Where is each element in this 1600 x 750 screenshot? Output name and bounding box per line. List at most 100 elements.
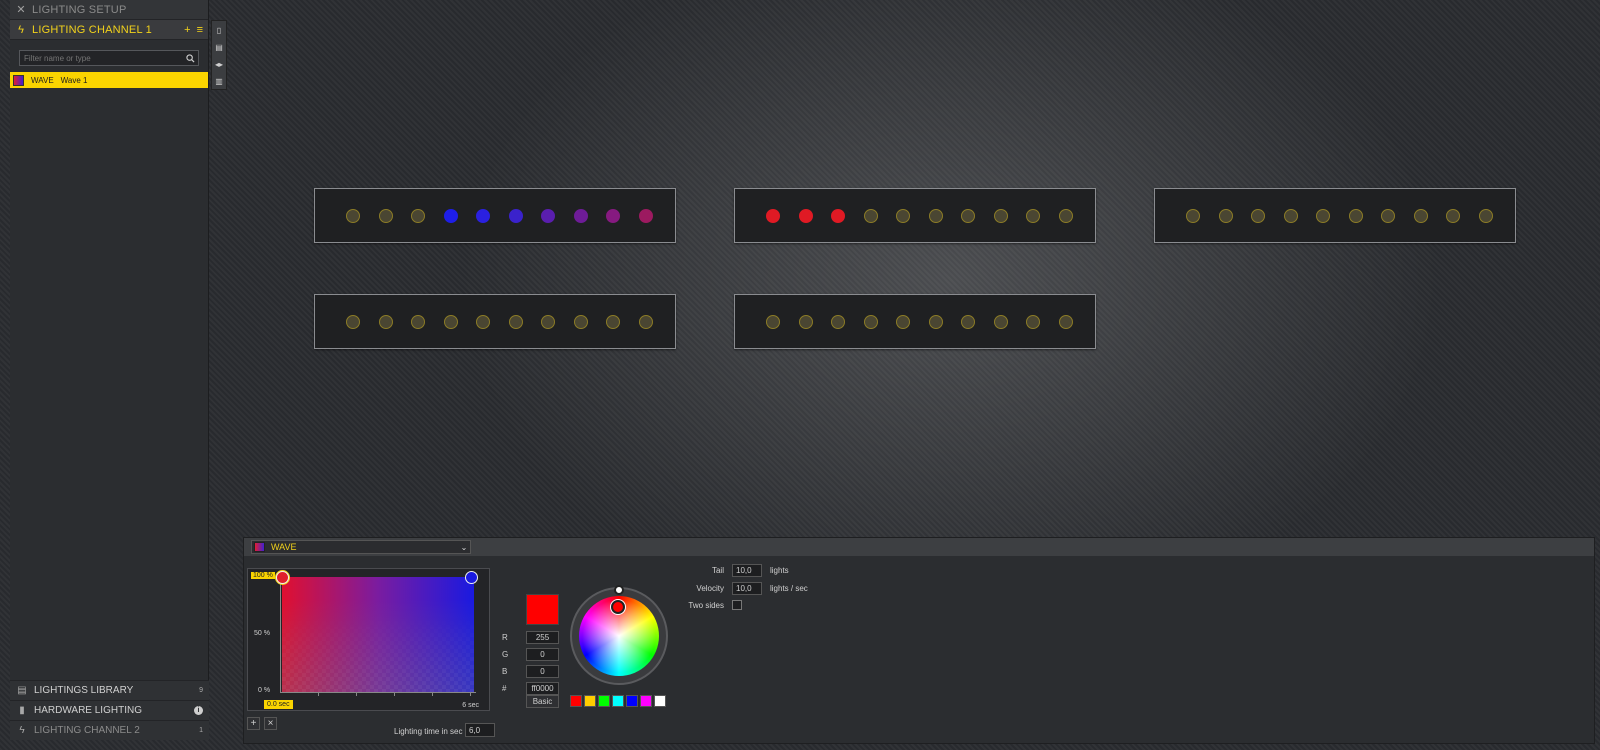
led[interactable] — [766, 315, 780, 329]
led[interactable] — [896, 315, 910, 329]
led[interactable] — [1283, 209, 1298, 223]
preset-color-swatch[interactable] — [626, 695, 638, 707]
preset-color-swatch[interactable] — [654, 695, 666, 707]
led[interactable] — [1348, 209, 1363, 223]
menu-icon[interactable]: ≡ — [197, 24, 203, 36]
mirror-icon[interactable]: ◂▸ — [213, 58, 225, 71]
copy-icon[interactable]: ▯ — [213, 24, 225, 37]
led[interactable] — [1446, 209, 1460, 223]
led[interactable] — [573, 209, 588, 223]
led[interactable] — [606, 209, 620, 223]
led[interactable] — [1026, 209, 1040, 223]
led[interactable] — [508, 315, 523, 329]
basic-button[interactable]: Basic — [526, 695, 559, 708]
filter-input[interactable] — [20, 51, 182, 65]
led-strip[interactable] — [734, 294, 1096, 349]
led-strip[interactable] — [314, 188, 676, 243]
led[interactable] — [411, 315, 425, 329]
layer-item-wave[interactable]: WAVE Wave 1 — [10, 72, 208, 88]
led[interactable] — [831, 315, 845, 329]
velocity-input[interactable] — [732, 582, 762, 595]
led[interactable] — [993, 315, 1008, 329]
hardware-lighting-row[interactable]: ▮ HARDWARE LIGHTING i — [10, 700, 209, 720]
clipboard-icon[interactable]: ▥ — [213, 75, 225, 88]
led[interactable] — [508, 209, 523, 223]
led[interactable] — [346, 209, 360, 223]
blue-row: B — [502, 665, 559, 678]
effect-editor: WAVE ⌄ 100 % 50 % 0 % 0.0 sec 6 sec + × … — [243, 537, 1595, 744]
led[interactable] — [831, 209, 845, 223]
preset-color-swatch[interactable] — [570, 695, 582, 707]
led[interactable] — [1381, 209, 1395, 223]
effect-dropdown[interactable]: WAVE ⌄ — [251, 540, 471, 554]
led[interactable] — [766, 209, 780, 223]
paste-icon[interactable]: ▤ — [213, 41, 225, 54]
remove-stop-button[interactable]: × — [264, 717, 277, 730]
led[interactable] — [638, 315, 653, 329]
led[interactable] — [1251, 209, 1265, 223]
led[interactable] — [573, 315, 588, 329]
led[interactable] — [541, 209, 555, 223]
led[interactable] — [798, 209, 813, 223]
preset-color-swatch[interactable] — [612, 695, 624, 707]
led[interactable] — [928, 315, 943, 329]
effect-name: WAVE — [271, 542, 297, 552]
led[interactable] — [606, 315, 620, 329]
led[interactable] — [1186, 209, 1200, 223]
led[interactable] — [928, 209, 943, 223]
led[interactable] — [1058, 315, 1073, 329]
led[interactable] — [1058, 209, 1073, 223]
search-icon[interactable] — [182, 53, 198, 63]
led[interactable] — [863, 315, 878, 329]
led[interactable] — [411, 209, 425, 223]
led[interactable] — [541, 315, 555, 329]
lightning-icon: ϟ — [19, 725, 25, 736]
gradient-plot[interactable] — [282, 577, 474, 692]
led[interactable] — [1478, 209, 1493, 223]
gradient-stop-blue[interactable] — [465, 571, 478, 584]
preset-color-swatch[interactable] — [640, 695, 652, 707]
led[interactable] — [378, 209, 393, 223]
led[interactable] — [961, 209, 975, 223]
lighting-setup-header[interactable]: ✕ LIGHTING SETUP — [10, 0, 208, 20]
led[interactable] — [443, 209, 458, 223]
led[interactable] — [961, 315, 975, 329]
led[interactable] — [1218, 209, 1233, 223]
led[interactable] — [896, 209, 910, 223]
two-sides-row: Two sides — [658, 600, 742, 610]
two-sides-checkbox[interactable] — [732, 600, 742, 610]
led-strip[interactable] — [734, 188, 1096, 243]
lighting-channel-2-row[interactable]: ϟ LIGHTING CHANNEL 2 1 — [10, 720, 209, 740]
lighting-time-input[interactable] — [465, 723, 495, 737]
led-strip[interactable] — [1154, 188, 1516, 243]
led[interactable] — [476, 315, 490, 329]
hex-input[interactable] — [526, 682, 559, 695]
led[interactable] — [863, 209, 878, 223]
led[interactable] — [476, 209, 490, 223]
led[interactable] — [993, 209, 1008, 223]
preset-color-swatch[interactable] — [584, 695, 596, 707]
color-wheel[interactable] — [570, 585, 668, 685]
preset-color-swatch[interactable] — [598, 695, 610, 707]
led[interactable] — [1026, 315, 1040, 329]
info-icon[interactable]: i — [194, 706, 203, 715]
led[interactable] — [1413, 209, 1428, 223]
lighting-channel-1-header[interactable]: ϟ LIGHTING CHANNEL 1 + ≡ — [10, 20, 208, 40]
lightings-library-row[interactable]: ▤ LIGHTINGS LIBRARY 9 — [10, 680, 209, 700]
red-input[interactable] — [526, 631, 559, 644]
led[interactable] — [1316, 209, 1330, 223]
green-input[interactable] — [526, 648, 559, 661]
led[interactable] — [798, 315, 813, 329]
led[interactable] — [443, 315, 458, 329]
brightness-knob[interactable] — [614, 585, 624, 595]
led[interactable] — [346, 315, 360, 329]
tail-input[interactable] — [732, 564, 762, 577]
blue-input[interactable] — [526, 665, 559, 678]
add-stop-button[interactable]: + — [247, 717, 260, 730]
led[interactable] — [378, 315, 393, 329]
gradient-stop-red[interactable] — [276, 571, 289, 584]
add-icon[interactable]: + — [184, 24, 190, 36]
led-strip[interactable] — [314, 294, 676, 349]
color-picker-knob[interactable] — [611, 600, 625, 614]
led[interactable] — [638, 209, 653, 223]
